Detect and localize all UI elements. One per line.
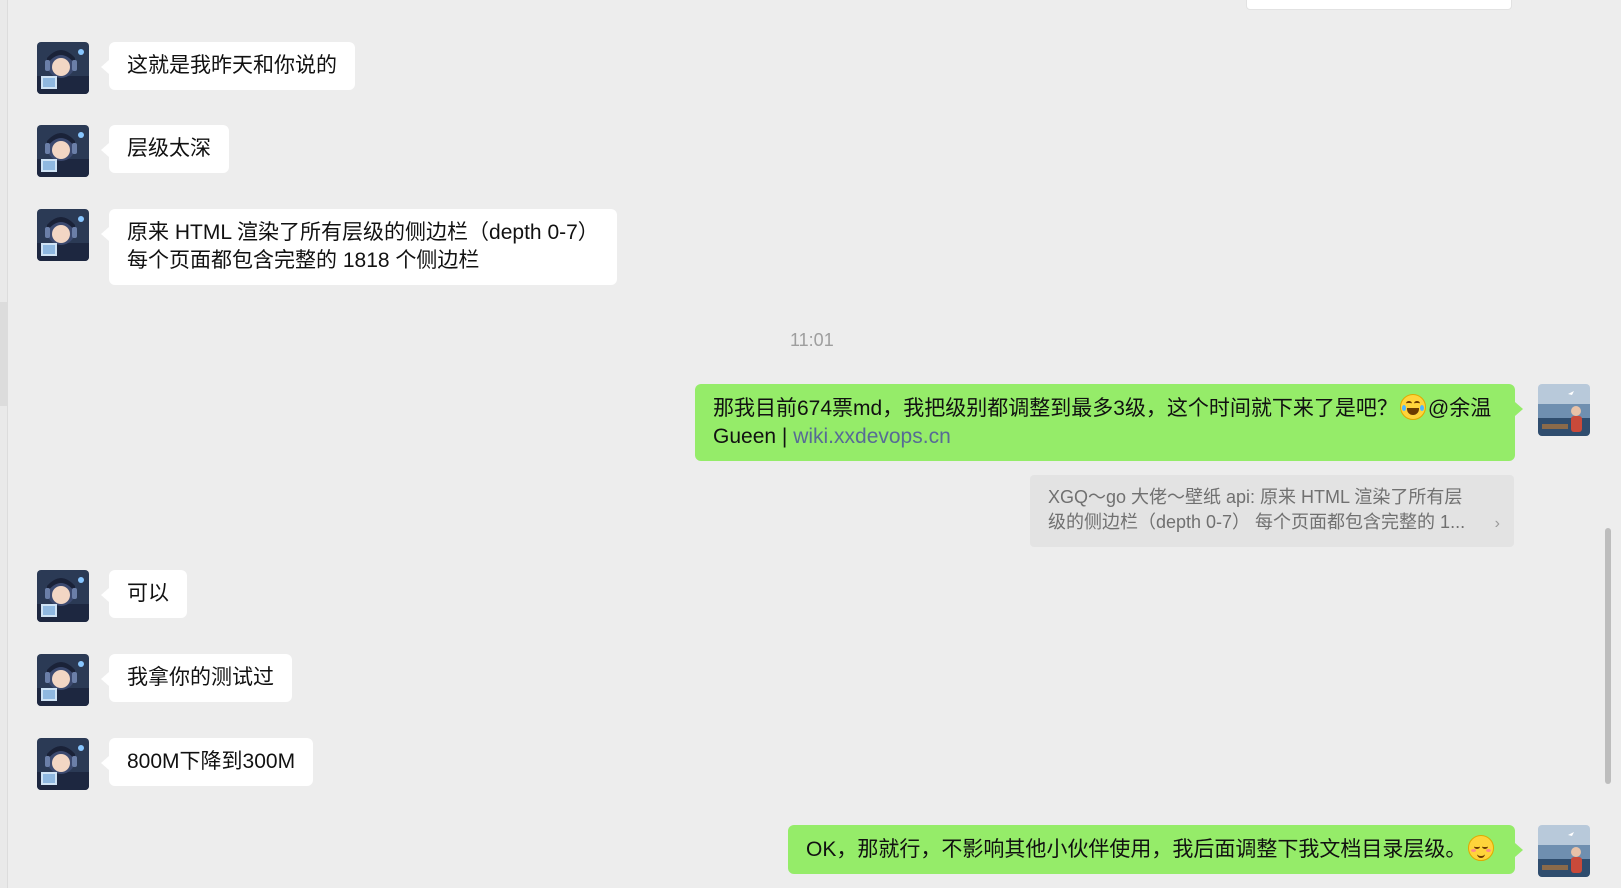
contact-avatar[interactable] [37,654,89,706]
incoming-message[interactable]: 800M下降到300M [100,738,314,786]
previous-message-card [1246,0,1512,10]
panel-resize-handle[interactable] [0,302,7,406]
incoming-message[interactable]: 层级太深 [101,125,229,173]
message-text: 每个页面都包含完整的 1818 个侧边栏 [127,249,480,272]
message-text: 那我目前674票md，我把级别都调整到最多3级，这个时间就下来了是吧？ [713,397,1398,420]
anime-avatar-icon [37,209,89,261]
anime-avatar-icon [37,738,89,790]
incoming-message[interactable]: 这就是我昨天和你说的 [101,42,355,90]
anime-avatar-icon [37,654,89,706]
contact-avatar[interactable] [37,42,89,94]
message-text: 我拿你的测试过 [127,666,274,689]
seaside-avatar-icon [1538,384,1590,436]
message-timestamp: 11:01 [790,330,834,350]
contact-avatar[interactable] [37,209,89,261]
seaside-avatar-icon [1538,825,1590,877]
left-panel-edge [0,0,8,888]
message-line-2: Gueen | wiki.xxdevops.cn [713,423,1497,451]
anime-avatar-icon [37,42,89,94]
message-text: 可以 [127,582,169,605]
message-text: 层级太深 [127,137,211,160]
message-text: 原来 HTML 渲染了所有层级的侧边栏（depth 0-7） [127,221,599,244]
scrollbar[interactable] [1603,0,1615,888]
message-text: OK，那就行，不影响其他小伙伴使用，我后面调整下我文档目录层级。 [806,838,1467,861]
anime-avatar-icon [37,125,89,177]
incoming-message[interactable]: 原来 HTML 渲染了所有层级的侧边栏（depth 0-7） 每个页面都包含完整… [101,209,617,285]
incoming-message[interactable]: 我拿你的测试过 [101,654,292,702]
contact-avatar[interactable] [37,125,89,177]
outgoing-message[interactable]: 那我目前674票md，我把级别都调整到最多3级，这个时间就下来了是吧？ @余温 G… [695,384,1523,461]
contact-avatar[interactable] [37,570,89,622]
blushing-emoji-icon [1468,835,1495,861]
chevron-right-icon: › [1494,515,1500,532]
outgoing-message[interactable]: OK，那就行，不影响其他小伙伴使用，我后面调整下我文档目录层级。 [788,825,1523,874]
message-line-1: 那我目前674票md，我把级别都调整到最多3级，这个时间就下来了是吧？ @余温 [713,394,1497,423]
laughing-emoji-icon [1399,394,1426,420]
scrollbar-thumb[interactable] [1605,528,1611,784]
message-text: 800M下降到300M [127,750,296,773]
anime-avatar-icon [37,570,89,622]
quote-text: XGQ～go 大佬～壁纸 api: 原来 HTML 渲染了所有层 [1048,487,1463,507]
quote-text: 级的侧边栏（depth 0-7） 每个页面都包含完整的 1... [1048,512,1466,532]
message-text: Gueen | [713,425,794,448]
incoming-message[interactable]: 可以 [101,570,187,618]
self-avatar[interactable] [1538,384,1590,436]
message-text: 这就是我昨天和你说的 [127,54,337,77]
wiki-link[interactable]: wiki.xxdevops.cn [793,425,951,448]
self-avatar[interactable] [1538,825,1590,877]
contact-avatar[interactable] [37,738,89,790]
quoted-message[interactable]: XGQ～go 大佬～壁纸 api: 原来 HTML 渲染了所有层 级的侧边栏（d… [1030,475,1514,547]
mention-text[interactable]: @余温 [1428,397,1491,420]
